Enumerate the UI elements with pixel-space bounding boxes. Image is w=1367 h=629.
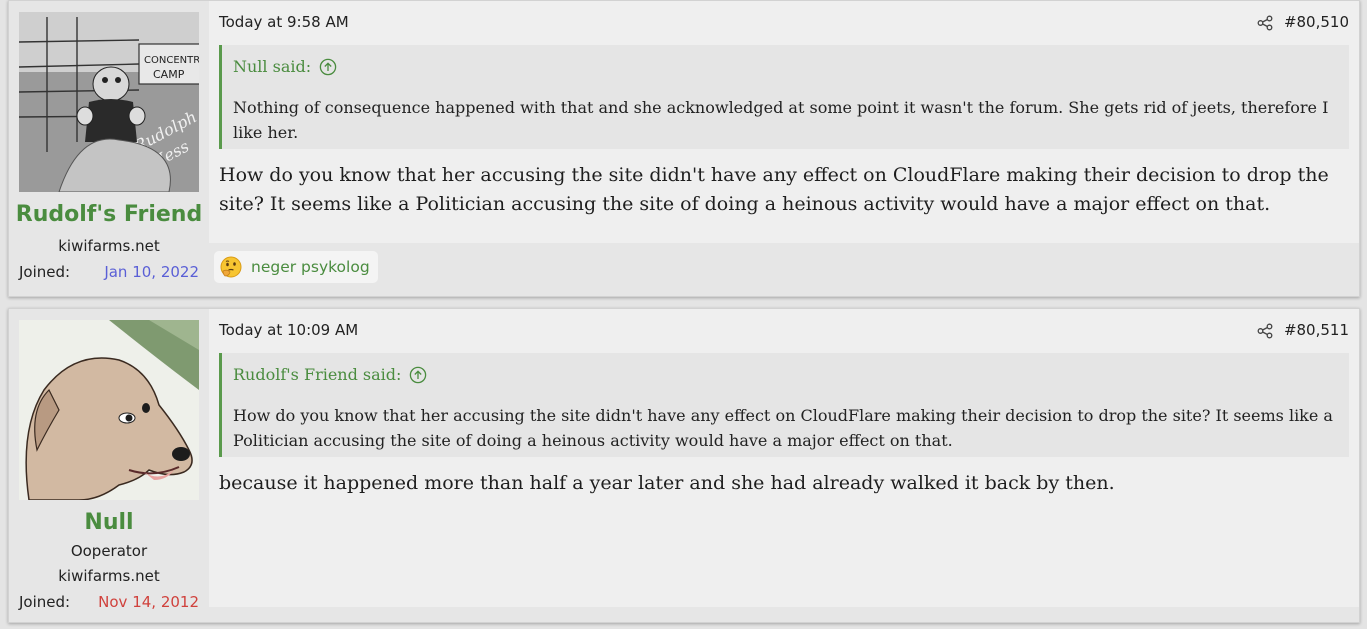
joined-date: Jan 10, 2022 — [104, 263, 199, 281]
avatar-image — [19, 320, 199, 500]
user-site: kiwifarms.net — [58, 237, 160, 255]
post-main: Today at 10:09 AM #80,511 Rudolf's Frien… — [209, 309, 1359, 622]
post-main: Today at 9:58 AM #80,510 Null said: Noth… — [209, 1, 1359, 296]
user-cell: CONCENTRATION CAMP Rudolph Hess Rudolf's… — [9, 1, 209, 296]
reaction-bar: neger psykolog — [209, 243, 1359, 296]
user-site: kiwifarms.net — [58, 567, 160, 585]
svg-text:CAMP: CAMP — [153, 68, 185, 81]
username[interactable]: Null — [9, 510, 209, 535]
share-icon[interactable] — [1257, 323, 1273, 339]
post-number[interactable]: #80,510 — [1284, 13, 1349, 31]
quote-author-link[interactable]: Null said: — [233, 57, 337, 76]
svg-text:CONCENTRATION: CONCENTRATION — [144, 55, 199, 66]
avatar-image: CONCENTRATION CAMP Rudolph Hess — [19, 12, 199, 192]
post-80510: CONCENTRATION CAMP Rudolph Hess Rudolf's… — [8, 0, 1360, 297]
reaction-label: neger psykolog — [251, 258, 370, 276]
post-date[interactable]: Today at 9:58 AM — [219, 13, 349, 31]
quote-author: Null said: — [233, 57, 312, 76]
post-80511: Null Ooperator kiwifarms.net Joined: Nov… — [8, 308, 1360, 623]
quote-block: Rudolf's Friend said: How do you know th… — [219, 353, 1349, 457]
username[interactable]: Rudolf's Friend — [9, 202, 209, 227]
quote-text: How do you know that her accusing the si… — [233, 406, 1333, 450]
post-date[interactable]: Today at 10:09 AM — [219, 321, 358, 339]
user-cell: Null Ooperator kiwifarms.net Joined: Nov… — [9, 309, 209, 622]
quote-author: Rudolf's Friend said: — [233, 365, 402, 384]
joined-label: Joined: — [19, 263, 71, 281]
avatar[interactable]: CONCENTRATION CAMP Rudolph Hess — [19, 12, 199, 192]
joined-label: Joined: — [19, 593, 71, 611]
quote-block: Null said: Nothing of consequence happen… — [219, 45, 1349, 149]
user-title: Ooperator — [70, 542, 148, 560]
thinking-face-icon — [220, 256, 242, 278]
joined-date: Nov 14, 2012 — [98, 593, 199, 611]
arrow-up-circle-icon[interactable] — [409, 366, 427, 384]
post-footer — [209, 607, 1359, 622]
avatar[interactable] — [19, 320, 199, 500]
arrow-up-circle-icon[interactable] — [319, 58, 337, 76]
quote-text: Nothing of consequence happened with tha… — [233, 98, 1329, 142]
post-message: How do you know that her accusing the si… — [219, 164, 1329, 215]
post-number[interactable]: #80,511 — [1284, 321, 1349, 339]
share-icon[interactable] — [1257, 15, 1273, 31]
quote-author-link[interactable]: Rudolf's Friend said: — [233, 365, 427, 384]
reaction-summary[interactable]: neger psykolog — [214, 251, 378, 283]
post-message: because it happened more than half a yea… — [219, 472, 1115, 494]
